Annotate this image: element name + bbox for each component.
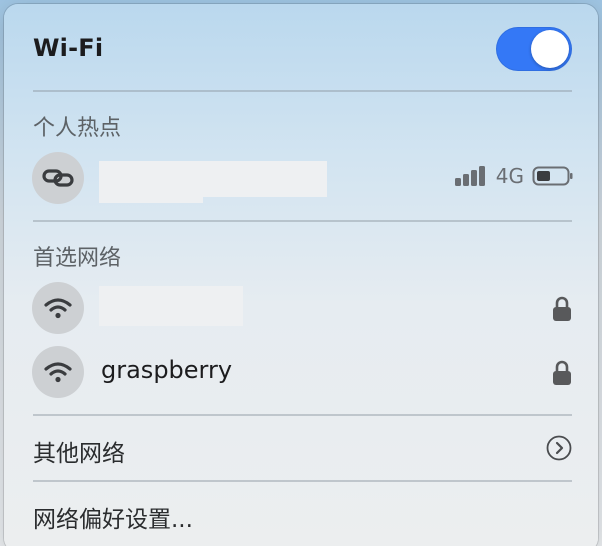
preferred-network-row[interactable]	[18, 278, 584, 338]
redacted-network-name	[99, 286, 243, 326]
divider	[33, 220, 572, 222]
divider	[33, 414, 572, 416]
lock-icon	[552, 296, 572, 326]
section-title-hotspot: 个人热点	[33, 116, 122, 141]
toggle-knob	[531, 30, 569, 68]
wifi-title: Wi-Fi	[33, 34, 104, 62]
wifi-icon	[32, 346, 84, 398]
network-name: graspberry	[101, 356, 233, 384]
chevron-right-circle-icon[interactable]	[546, 435, 572, 465]
redacted-device-name-extension	[203, 161, 327, 197]
other-networks-item[interactable]: 其他网络	[18, 424, 584, 472]
section-title-preferred: 首选网络	[33, 246, 122, 271]
wifi-toggle[interactable]	[496, 27, 572, 71]
hotspot-status: 4G	[454, 164, 574, 188]
wifi-menu-panel: Wi-Fi 个人热点 4G 首选网络 graspberry 其他网络 网络偏好设…	[4, 4, 598, 546]
other-networks-label: 其他网络	[33, 441, 125, 467]
divider	[33, 90, 572, 92]
lock-icon	[552, 360, 572, 390]
redacted-device-name	[99, 161, 203, 203]
preferred-network-row[interactable]: graspberry	[18, 342, 584, 402]
network-type-label: 4G	[495, 164, 524, 188]
link-icon	[32, 152, 84, 204]
cellular-signal-icon	[454, 166, 485, 186]
network-preferences-item[interactable]: 网络偏好设置...	[18, 490, 584, 538]
battery-icon	[532, 166, 573, 186]
wifi-icon	[32, 282, 84, 334]
network-preferences-label: 网络偏好设置...	[33, 507, 193, 533]
divider	[33, 480, 572, 482]
hotspot-device-row[interactable]: 4G	[18, 148, 584, 208]
